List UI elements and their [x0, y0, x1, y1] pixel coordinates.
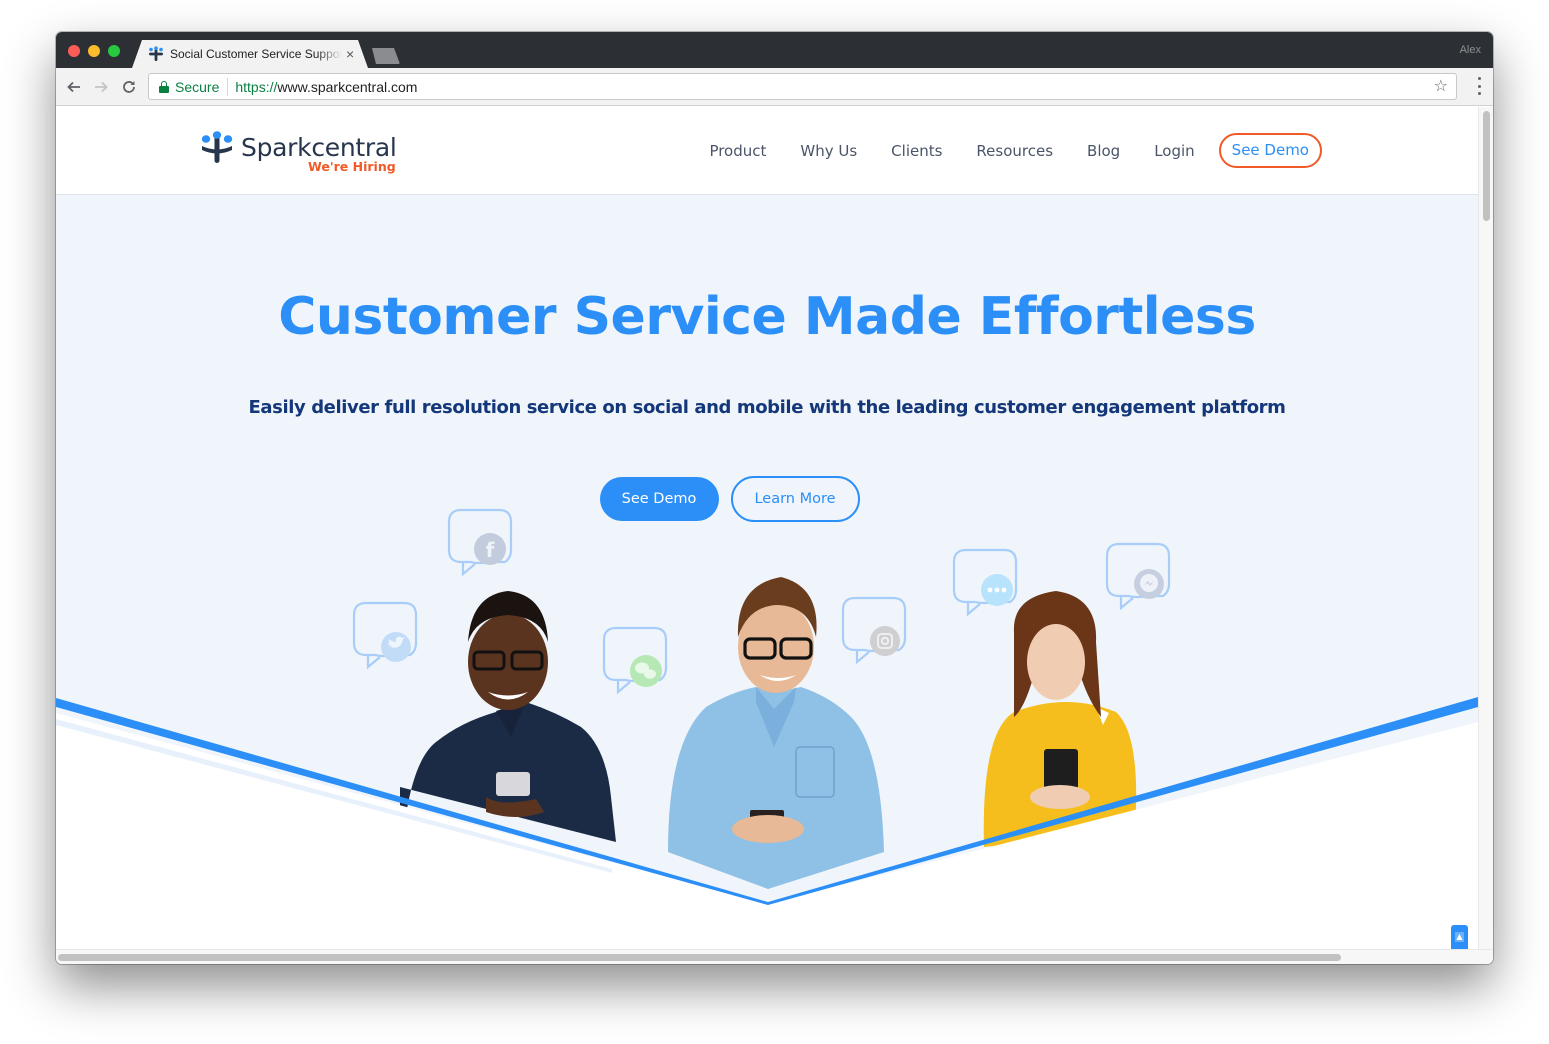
logo-wordmark: Sparkcentral	[241, 132, 397, 162]
title-bar: Social Customer Service Support × Alex	[56, 32, 1493, 68]
hero-cta-row: See Demo Learn More	[56, 476, 1478, 522]
nav-resources[interactable]: Resources	[976, 142, 1053, 160]
forward-button[interactable]	[91, 77, 111, 97]
sparkcentral-logo-icon	[201, 131, 233, 163]
hiring-link[interactable]: We're Hiring	[308, 159, 397, 174]
menu-dot	[1477, 77, 1481, 80]
hero-title: Customer Service Made Effortless	[278, 287, 1256, 347]
browser-window: Social Customer Service Support × Alex S…	[56, 32, 1493, 964]
arrow-up-icon: ▲	[1455, 932, 1464, 942]
nav-blog[interactable]: Blog	[1087, 142, 1120, 160]
site-header: Sparkcentral We're Hiring Product Why Us…	[56, 107, 1478, 195]
page-viewport: Sparkcentral We're Hiring Product Why Us…	[56, 107, 1478, 949]
nav-product[interactable]: Product	[709, 142, 766, 160]
secure-label: Secure	[175, 78, 220, 95]
horizontal-scrollbar[interactable]	[56, 949, 1493, 964]
vertical-scrollbar[interactable]	[1478, 107, 1493, 949]
scroll-to-top-button[interactable]: ▲	[1451, 925, 1468, 949]
close-window-button[interactable]	[68, 45, 80, 57]
tab-title: Social Customer Service Support	[170, 47, 342, 61]
learn-more-button[interactable]: Learn More	[730, 476, 860, 522]
tab-close-icon[interactable]: ×	[346, 46, 354, 62]
screen: Social Customer Service Support × Alex S…	[0, 0, 1549, 1044]
arrow-left-icon	[67, 81, 80, 93]
main-nav: Product Why Us Clients Resources Blog Lo…	[675, 133, 1322, 168]
nav-see-demo-button[interactable]: See Demo	[1218, 133, 1322, 168]
menu-dot	[1477, 92, 1481, 95]
browser-tab-active[interactable]: Social Customer Service Support ×	[132, 40, 368, 68]
lock-icon	[159, 80, 169, 93]
sparkcentral-logo[interactable]: Sparkcentral We're Hiring	[199, 129, 397, 174]
sparkcentral-favicon-icon	[149, 46, 163, 61]
browser-toolbar: Secure https:// www.sparkcentral.com ☆	[56, 68, 1493, 106]
nav-login[interactable]: Login	[1154, 142, 1194, 160]
url-host: www.sparkcentral.com	[277, 78, 418, 95]
vertical-scrollbar-thumb[interactable]	[1483, 111, 1490, 221]
back-button[interactable]	[64, 77, 84, 97]
url-scheme: https://	[235, 78, 278, 95]
horizontal-scrollbar-thumb[interactable]	[58, 954, 1341, 961]
hero-subtitle: Easily deliver full resolution service o…	[248, 397, 1286, 418]
nav-clients[interactable]: Clients	[891, 142, 942, 160]
browser-menu-button[interactable]	[1477, 77, 1481, 95]
profile-name[interactable]: Alex	[1460, 44, 1481, 56]
address-bar[interactable]: Secure https:// www.sparkcentral.com ☆	[148, 73, 1457, 100]
reload-icon	[123, 81, 135, 93]
bookmark-star-icon[interactable]: ☆	[1434, 76, 1448, 95]
new-tab-button[interactable]	[372, 48, 400, 64]
menu-dot	[1477, 84, 1481, 88]
nav-why-us[interactable]: Why Us	[800, 142, 857, 160]
arrow-right-icon	[95, 81, 108, 93]
reload-button[interactable]	[119, 77, 139, 97]
omnibox-divider	[227, 77, 229, 96]
minimize-window-button[interactable]	[88, 45, 100, 57]
hero-section: Customer Service Made Effortless Easily …	[56, 195, 1478, 949]
maximize-window-button[interactable]	[108, 45, 120, 57]
see-demo-button[interactable]: See Demo	[599, 477, 719, 521]
